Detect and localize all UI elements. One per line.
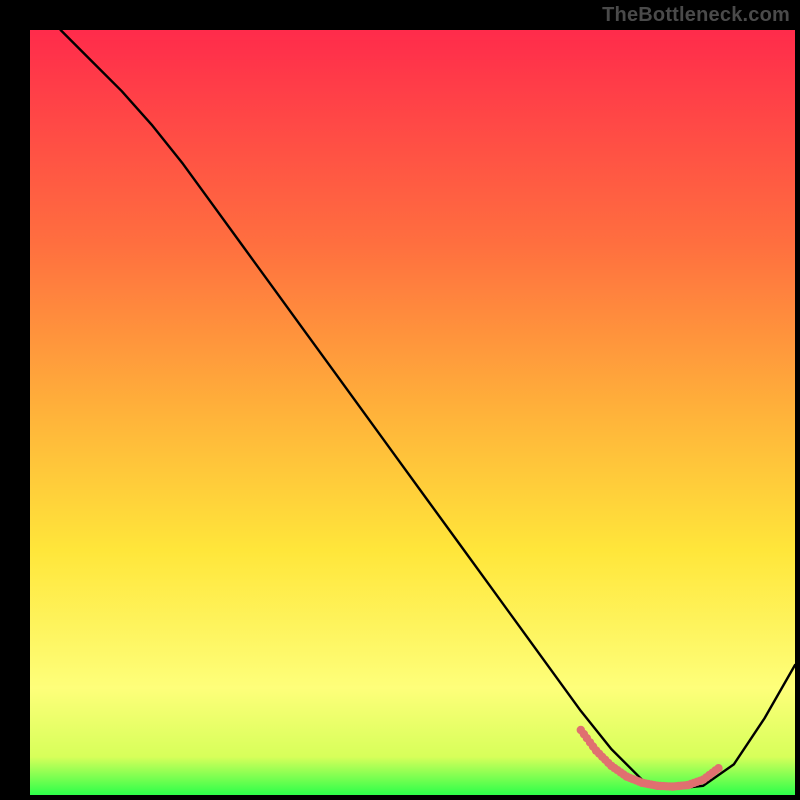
plot-background — [30, 30, 795, 795]
chart-svg — [0, 0, 800, 800]
optimal-range-dot — [714, 764, 722, 772]
bottleneck-chart: TheBottleneck.com — [0, 0, 800, 800]
watermark-text: TheBottleneck.com — [602, 4, 790, 27]
